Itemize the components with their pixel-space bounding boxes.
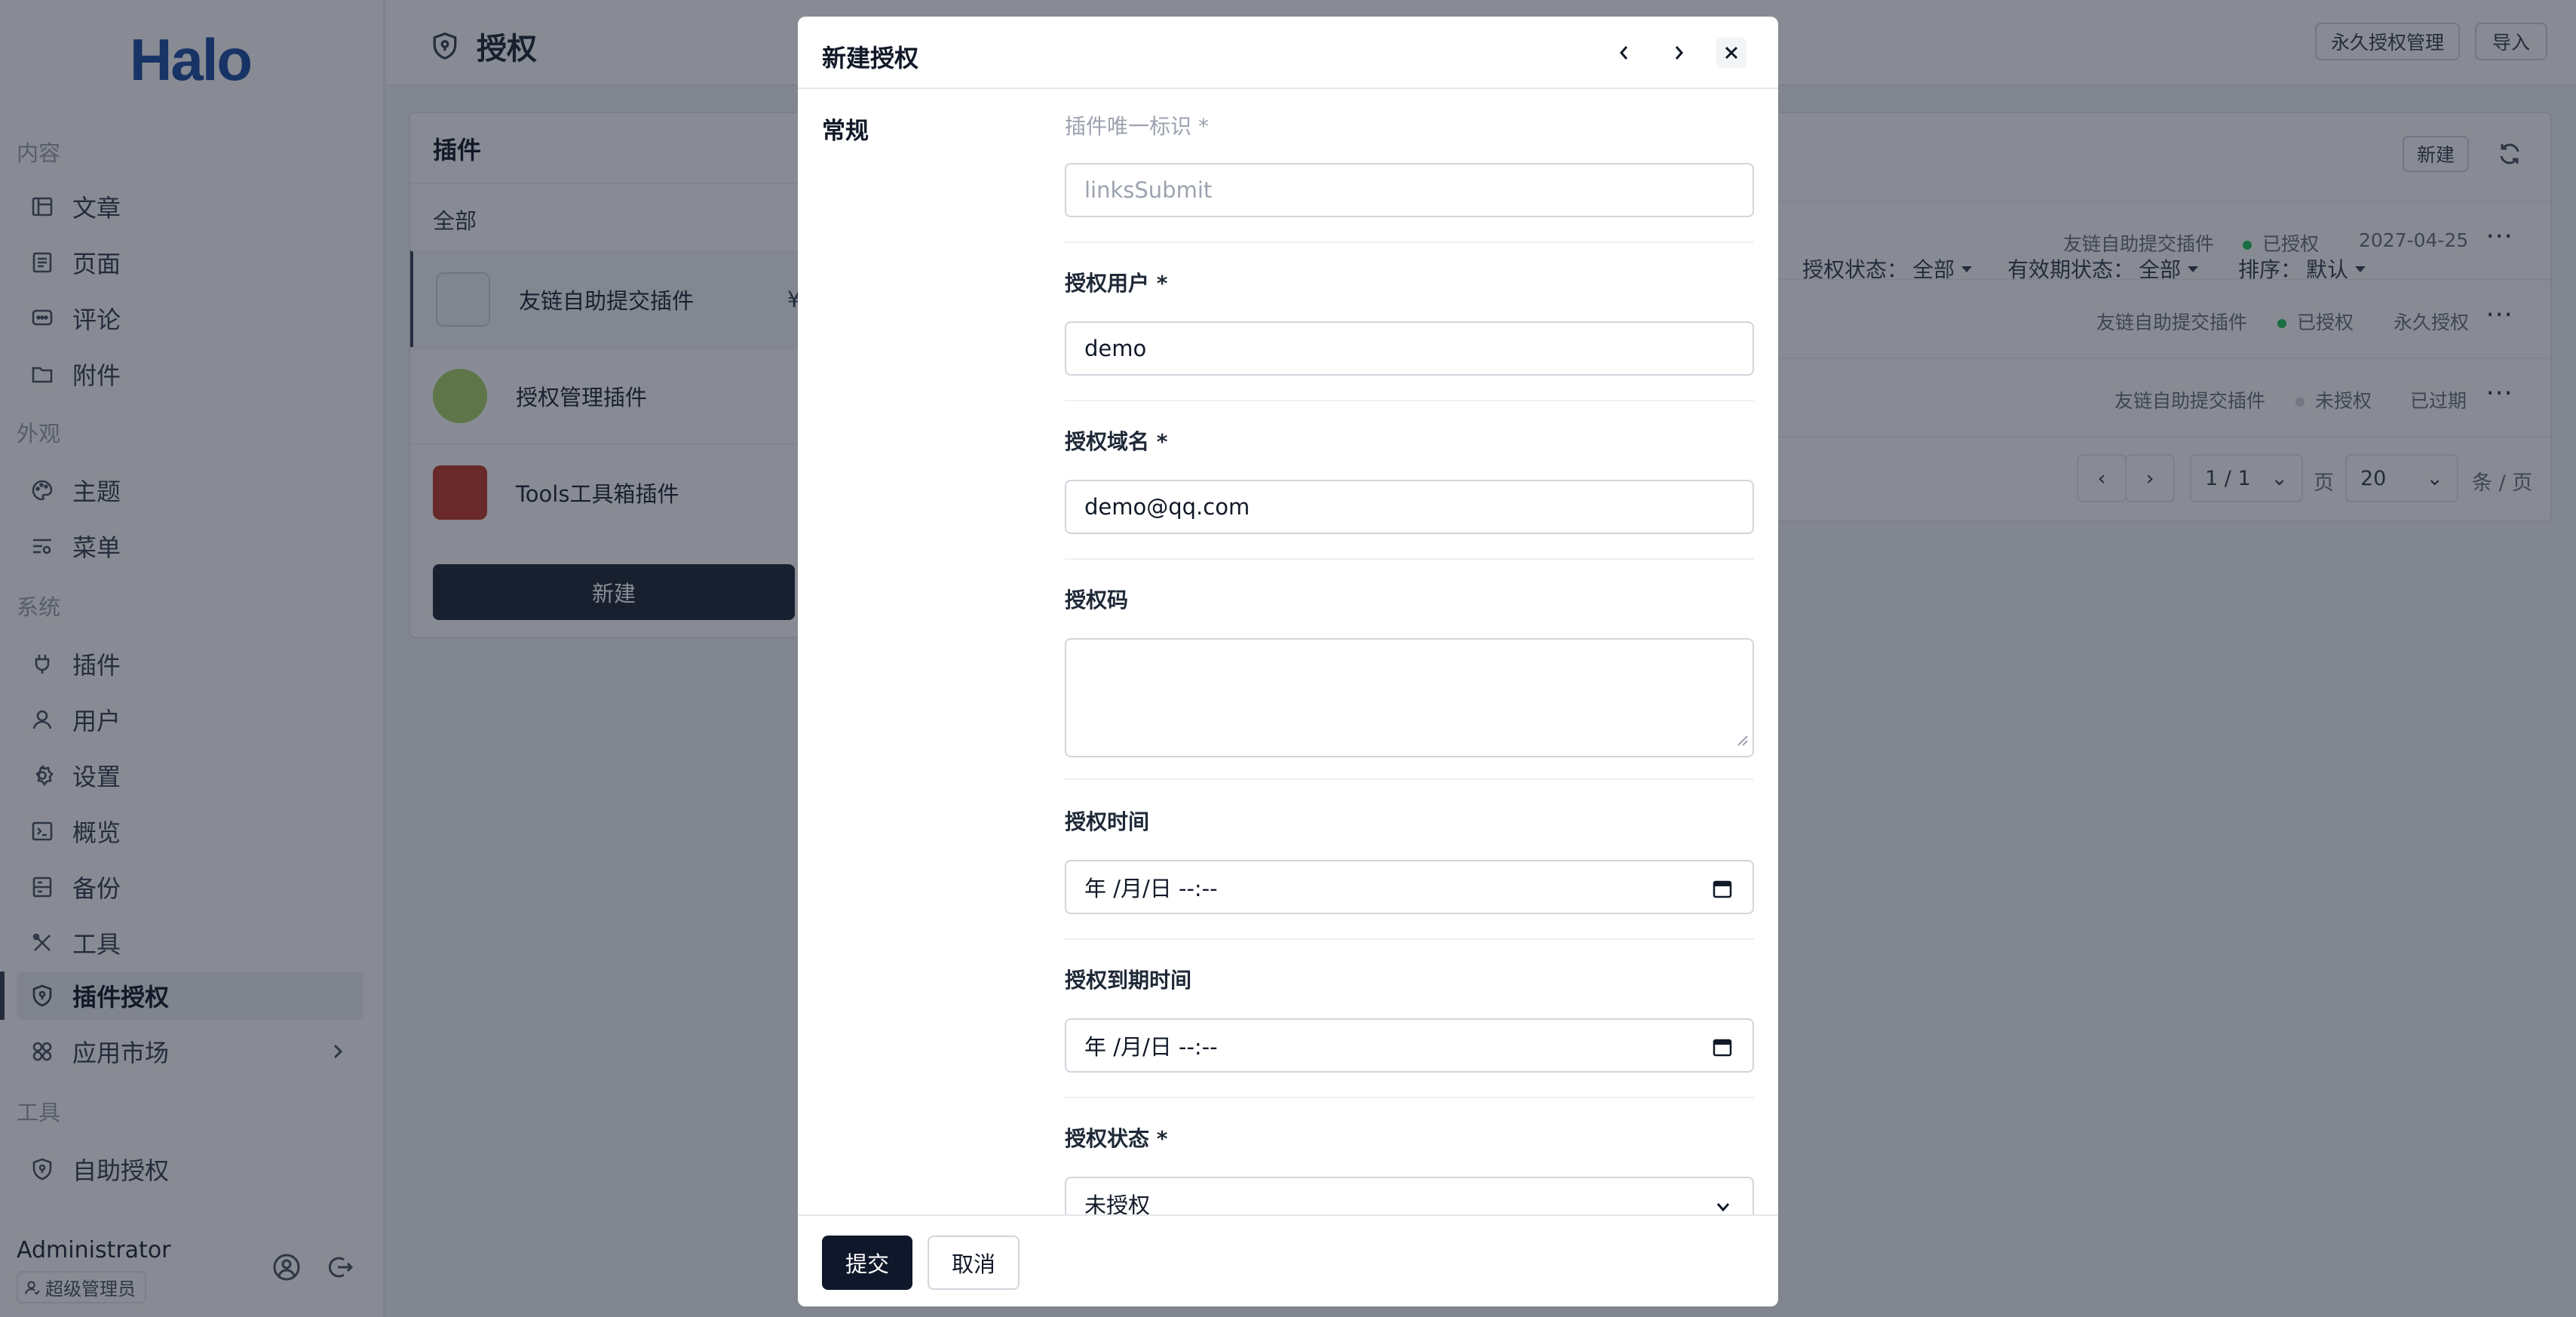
new-license-modal: 新建授权 常规 插件唯一标识 * linksSubmit 授权用户 * demo… [798,17,1778,1306]
modal-footer: 提交 取消 [798,1214,1778,1306]
license-expire-value: 年 /月/日 --:-- [1084,1034,1218,1060]
license-code-label: 授权码 [1065,588,1129,612]
calendar-icon[interactable] [1712,878,1733,904]
resize-handle-icon[interactable] [1736,726,1748,751]
modal-header: 新建授权 [798,17,1778,89]
license-domain-label: 授权域名 * [1065,429,1168,454]
license-code-textarea[interactable] [1065,638,1754,757]
submit-button[interactable]: 提交 [822,1236,912,1290]
close-icon[interactable] [1716,38,1746,68]
license-user-value: demo [1084,336,1147,361]
license-time-input[interactable]: 年 /月/日 --:-- [1065,860,1754,914]
cancel-button[interactable]: 取消 [928,1236,1020,1290]
calendar-icon[interactable] [1712,1036,1733,1063]
license-time-value: 年 /月/日 --:-- [1084,876,1218,901]
license-domain-input[interactable]: demo@qq.com [1065,480,1754,534]
plugin-id-label: 插件唯一标识 * [1065,114,1209,139]
license-status-label: 授权状态 * [1065,1126,1168,1151]
plugin-id-input: linksSubmit [1065,163,1754,217]
license-domain-value: demo@qq.com [1084,494,1250,520]
modal-title: 新建授权 [822,44,919,72]
license-time-label: 授权时间 [1065,809,1150,834]
next-icon[interactable] [1664,38,1694,68]
plugin-id-value: linksSubmit [1084,177,1213,203]
license-user-input[interactable]: demo [1065,321,1754,376]
prev-icon[interactable] [1609,38,1639,68]
section-title-general: 常规 [822,118,869,145]
license-expire-input[interactable]: 年 /月/日 --:-- [1065,1018,1754,1073]
license-user-label: 授权用户 * [1065,271,1168,296]
license-expire-label: 授权到期时间 [1065,968,1192,993]
